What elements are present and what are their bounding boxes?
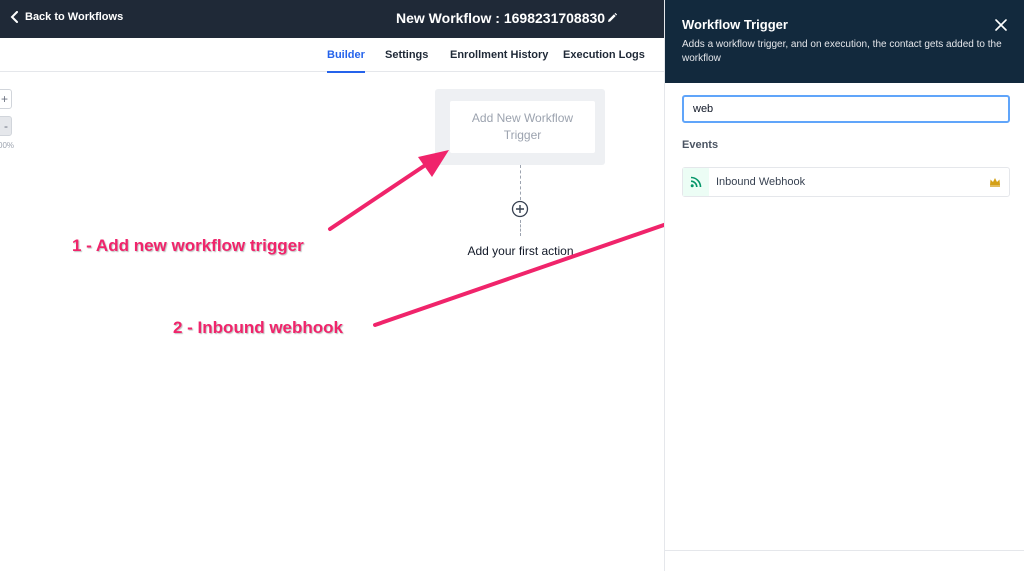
annotation-step-1: 1 - Add new workflow trigger — [72, 236, 304, 255]
back-to-workflows-button[interactable]: Back to Workflows — [10, 11, 123, 23]
zoom-out-button[interactable]: - — [0, 116, 12, 136]
zoom-in-button[interactable]: + — [0, 89, 12, 109]
top-header: Back to Workflows New Workflow : 1698231… — [0, 0, 664, 38]
trigger-node-container: Add New Workflow Trigger — [435, 89, 605, 165]
back-to-workflows-label: Back to Workflows — [25, 11, 124, 23]
event-icon-box — [683, 168, 709, 196]
add-action-plus-icon[interactable] — [511, 200, 529, 218]
arrow-to-trigger — [328, 150, 449, 231]
annotation-step-2: 2 - Inbound webhook — [173, 318, 343, 337]
tab-enrollment-history[interactable]: Enrollment History — [450, 49, 548, 61]
rss-icon — [690, 176, 702, 188]
tab-settings[interactable]: Settings — [385, 49, 428, 61]
panel-title: Workflow Trigger — [682, 17, 788, 32]
connector-line — [520, 220, 521, 236]
event-item-inbound-webhook[interactable]: Inbound Webhook — [682, 167, 1010, 197]
events-section-label: Events — [682, 139, 719, 151]
zoom-level: 00% — [0, 141, 15, 150]
workflow-tabs: Builder Settings Enrollment History Exec… — [0, 38, 664, 73]
panel-header: Workflow Trigger Adds a workflow trigger… — [665, 0, 1024, 83]
pencil-icon[interactable] — [606, 12, 618, 24]
workflow-trigger-panel: Workflow Trigger Adds a workflow trigger… — [664, 0, 1024, 571]
panel-description: Adds a workflow trigger, and on executio… — [682, 39, 1002, 64]
arrow-to-webhook — [373, 208, 708, 327]
crown-icon — [990, 178, 1000, 187]
tab-builder[interactable]: Builder — [327, 49, 365, 73]
workflow-title: New Workflow : 1698231708830 — [396, 10, 606, 26]
connector-line — [520, 165, 521, 200]
trigger-search-input[interactable] — [682, 95, 1010, 123]
add-workflow-trigger-button[interactable]: Add New Workflow Trigger — [450, 101, 595, 153]
panel-footer-divider — [665, 550, 1024, 551]
tab-execution-logs[interactable]: Execution Logs — [563, 49, 645, 61]
chevron-left-icon — [10, 11, 18, 23]
close-icon[interactable] — [995, 19, 1007, 31]
event-item-label: Inbound Webhook — [716, 176, 806, 188]
add-first-action-button[interactable]: Add your first action — [463, 237, 578, 265]
